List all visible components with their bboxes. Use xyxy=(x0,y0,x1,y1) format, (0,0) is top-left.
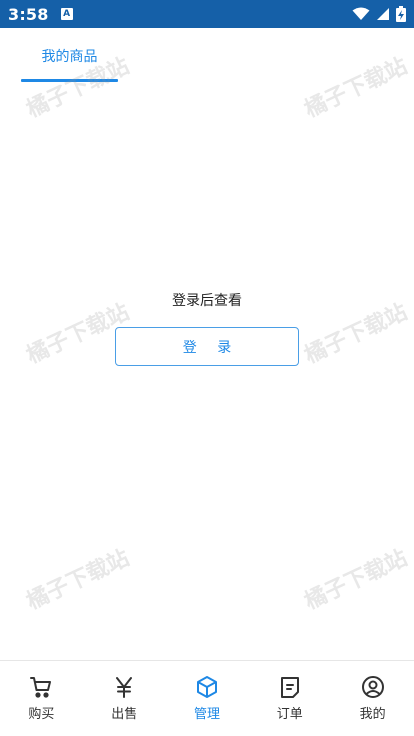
status-bar: 3:58 A xyxy=(0,0,414,28)
signal-icon xyxy=(377,8,389,20)
nav-item-profile[interactable]: 我的 xyxy=(331,661,414,736)
nav-label-manage: 管理 xyxy=(193,707,220,722)
cart-icon xyxy=(30,677,52,698)
empty-state-message: 登录后查看 xyxy=(172,293,242,309)
login-button[interactable]: 登 录 xyxy=(115,327,299,366)
battery-icon xyxy=(396,6,406,22)
notification-badge: A xyxy=(60,8,73,20)
nav-label-profile: 我的 xyxy=(359,707,386,722)
wifi-icon xyxy=(352,7,370,20)
watermark: 橘子下载站 xyxy=(22,545,134,615)
box-icon xyxy=(196,676,217,698)
status-time: 3:58 xyxy=(8,4,49,24)
nav-item-manage[interactable]: 管理 xyxy=(166,661,249,736)
watermark: 橘子下载站 xyxy=(300,545,412,615)
profile-icon xyxy=(361,676,384,698)
nav-item-sell[interactable]: 出售 xyxy=(83,661,166,736)
nav-label-buy: 购买 xyxy=(28,707,55,722)
nav-label-sell: 出售 xyxy=(111,707,138,722)
bottom-nav: 购买 出售 管理 订单 我的 xyxy=(0,660,414,736)
nav-item-buy[interactable]: 购买 xyxy=(0,661,83,736)
tab-bar: 我的商品 xyxy=(0,28,414,84)
status-icons xyxy=(352,6,406,22)
tab-active-indicator xyxy=(21,79,118,82)
tab-my-products-label: 我的商品 xyxy=(41,49,98,65)
yen-icon xyxy=(116,677,133,698)
order-icon xyxy=(280,677,299,698)
nav-label-orders: 订单 xyxy=(276,707,303,722)
nav-item-orders[interactable]: 订单 xyxy=(248,661,331,736)
tab-my-products[interactable]: 我的商品 xyxy=(21,28,118,84)
